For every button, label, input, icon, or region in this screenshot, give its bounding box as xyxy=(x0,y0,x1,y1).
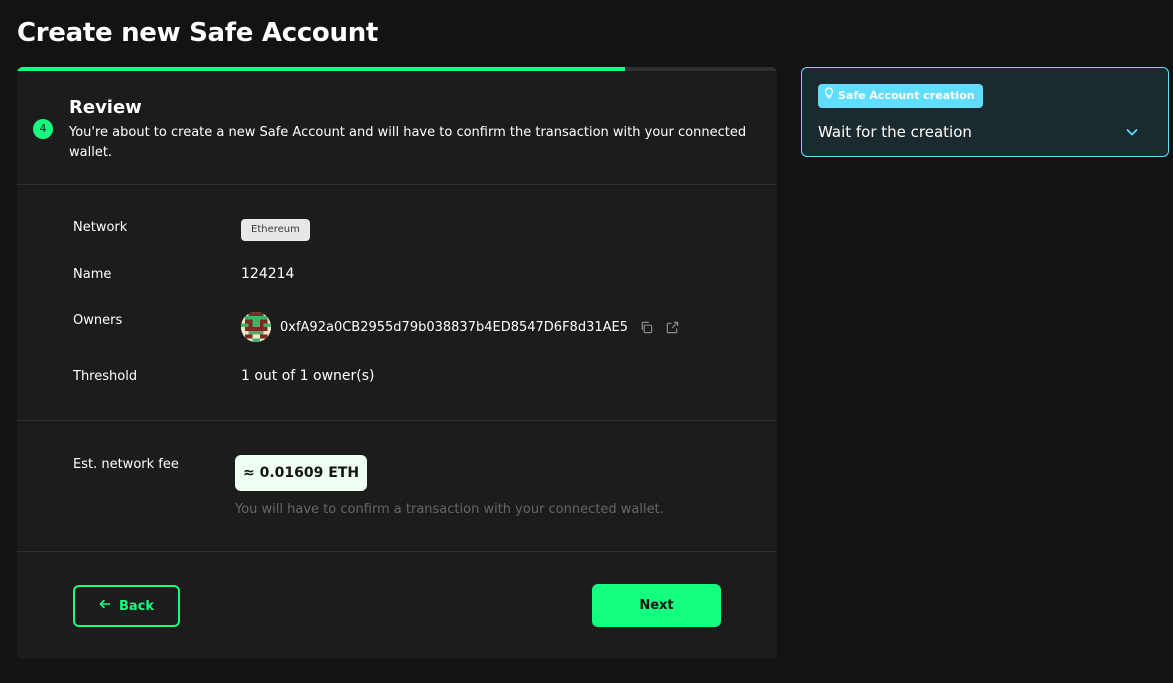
name-value: 124214 xyxy=(241,266,295,282)
threshold-value: 1 out of 1 owner(s) xyxy=(241,368,375,384)
arrow-left-icon xyxy=(99,598,111,614)
back-button[interactable]: Back xyxy=(73,585,180,627)
page-title: Create new Safe Account xyxy=(17,18,379,48)
step-description: You're about to create a new Safe Accoun… xyxy=(69,125,747,160)
step-header: 4 Review You're about to create a new Sa… xyxy=(17,71,777,185)
fee-section: Est. network fee ≈ 0.01609 ETH You will … xyxy=(17,421,777,552)
back-button-label: Back xyxy=(118,598,155,614)
owners-label: Owners xyxy=(73,313,123,328)
creation-status-panel[interactable]: Safe Account creation Wait for the creat… xyxy=(801,67,1169,157)
owner-address: 0xfA92a0CB2955d79b038837b4ED8547D6F8d31A… xyxy=(280,319,628,335)
owner-row: 0xfA92a0CB2955d79b038837b4ED8547D6F8d31A… xyxy=(241,312,680,342)
creation-tag: Safe Account creation xyxy=(818,84,983,108)
copy-icon[interactable] xyxy=(638,319,654,335)
fee-value: ≈ 0.01609 ETH xyxy=(235,455,368,491)
step-number-badge: 4 xyxy=(33,119,53,139)
creation-tag-label: Safe Account creation xyxy=(838,89,975,102)
name-label: Name xyxy=(73,267,112,282)
fee-hint: You will have to confirm a transaction w… xyxy=(235,502,664,517)
review-card: 4 Review You're about to create a new Sa… xyxy=(17,67,777,659)
fee-label: Est. network fee xyxy=(73,457,179,472)
identicon-avatar xyxy=(241,312,271,342)
step-title: Review xyxy=(69,97,142,118)
network-chip: Ethereum xyxy=(241,219,310,241)
creation-title: Wait for the creation xyxy=(818,123,972,141)
threshold-label: Threshold xyxy=(73,369,138,384)
external-link-icon[interactable] xyxy=(664,319,680,335)
next-button[interactable]: Next xyxy=(592,584,721,627)
chevron-down-icon[interactable] xyxy=(1124,124,1140,140)
lightbulb-icon xyxy=(824,84,834,108)
network-label: Network xyxy=(73,220,128,235)
review-details: Network Ethereum Name 124214 Owners 0xfA… xyxy=(17,185,777,421)
